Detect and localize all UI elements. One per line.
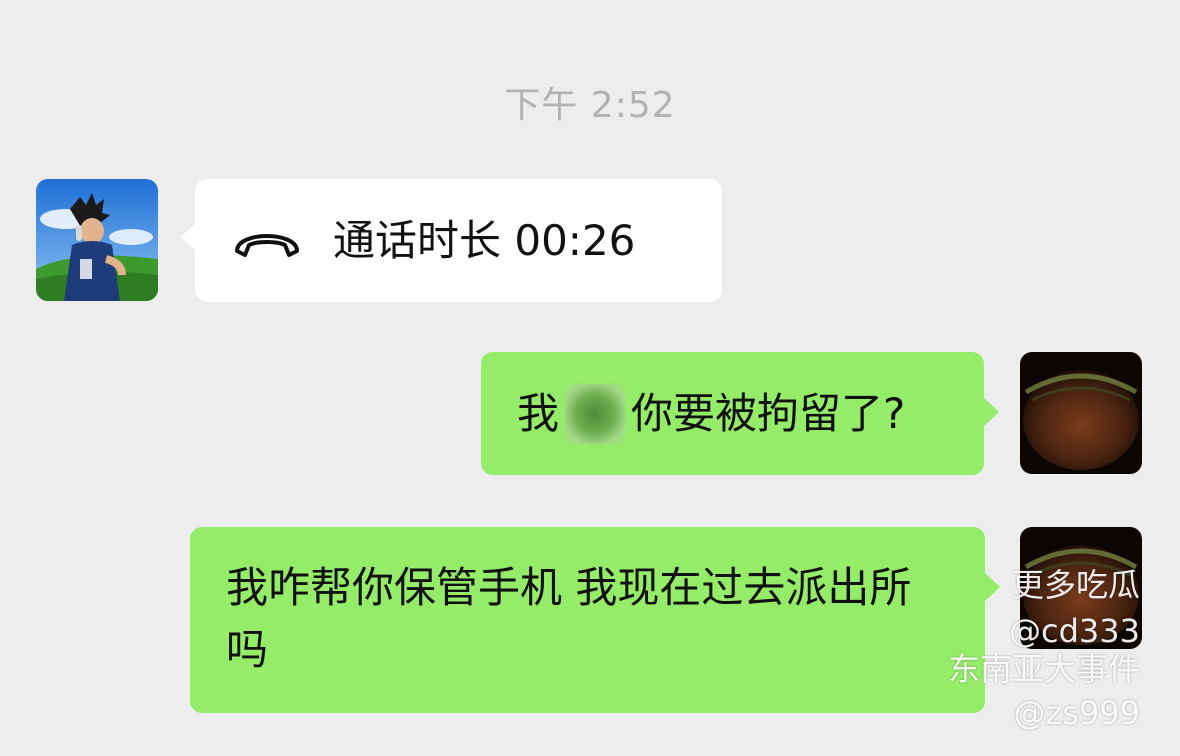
chat-timestamp: 下午 2:52	[504, 85, 676, 126]
watermark-line: @zs999	[1013, 694, 1140, 732]
my-avatar[interactable]	[1020, 352, 1142, 474]
call-record-bubble[interactable]: 通话时长 00:26	[181, 179, 722, 302]
watermark-line: 东南亚大事件	[947, 650, 1140, 688]
message-text: 我咋帮你保管手机 我现在过去派出所吗	[226, 563, 912, 674]
message-text-before: 我	[517, 388, 560, 438]
outgoing-message-1[interactable]: 我 你要被拘留了?	[481, 352, 999, 475]
watermark-line: 更多吃瓜	[1011, 566, 1140, 604]
contact-avatar[interactable]	[36, 179, 158, 301]
outgoing-message-2[interactable]: 我咋帮你保管手机 我现在过去派出所吗	[190, 527, 1000, 713]
message-text-after: 你要被拘留了?	[631, 388, 906, 438]
call-duration-text: 通话时长 00:26	[333, 215, 636, 265]
redacted-blur	[565, 383, 626, 444]
watermark-line: @cd333	[1009, 612, 1140, 650]
phone-hangup-icon	[235, 233, 299, 257]
bubble-tail	[181, 223, 196, 251]
bubble-tail	[984, 398, 999, 426]
bubble-tail	[985, 573, 1000, 601]
